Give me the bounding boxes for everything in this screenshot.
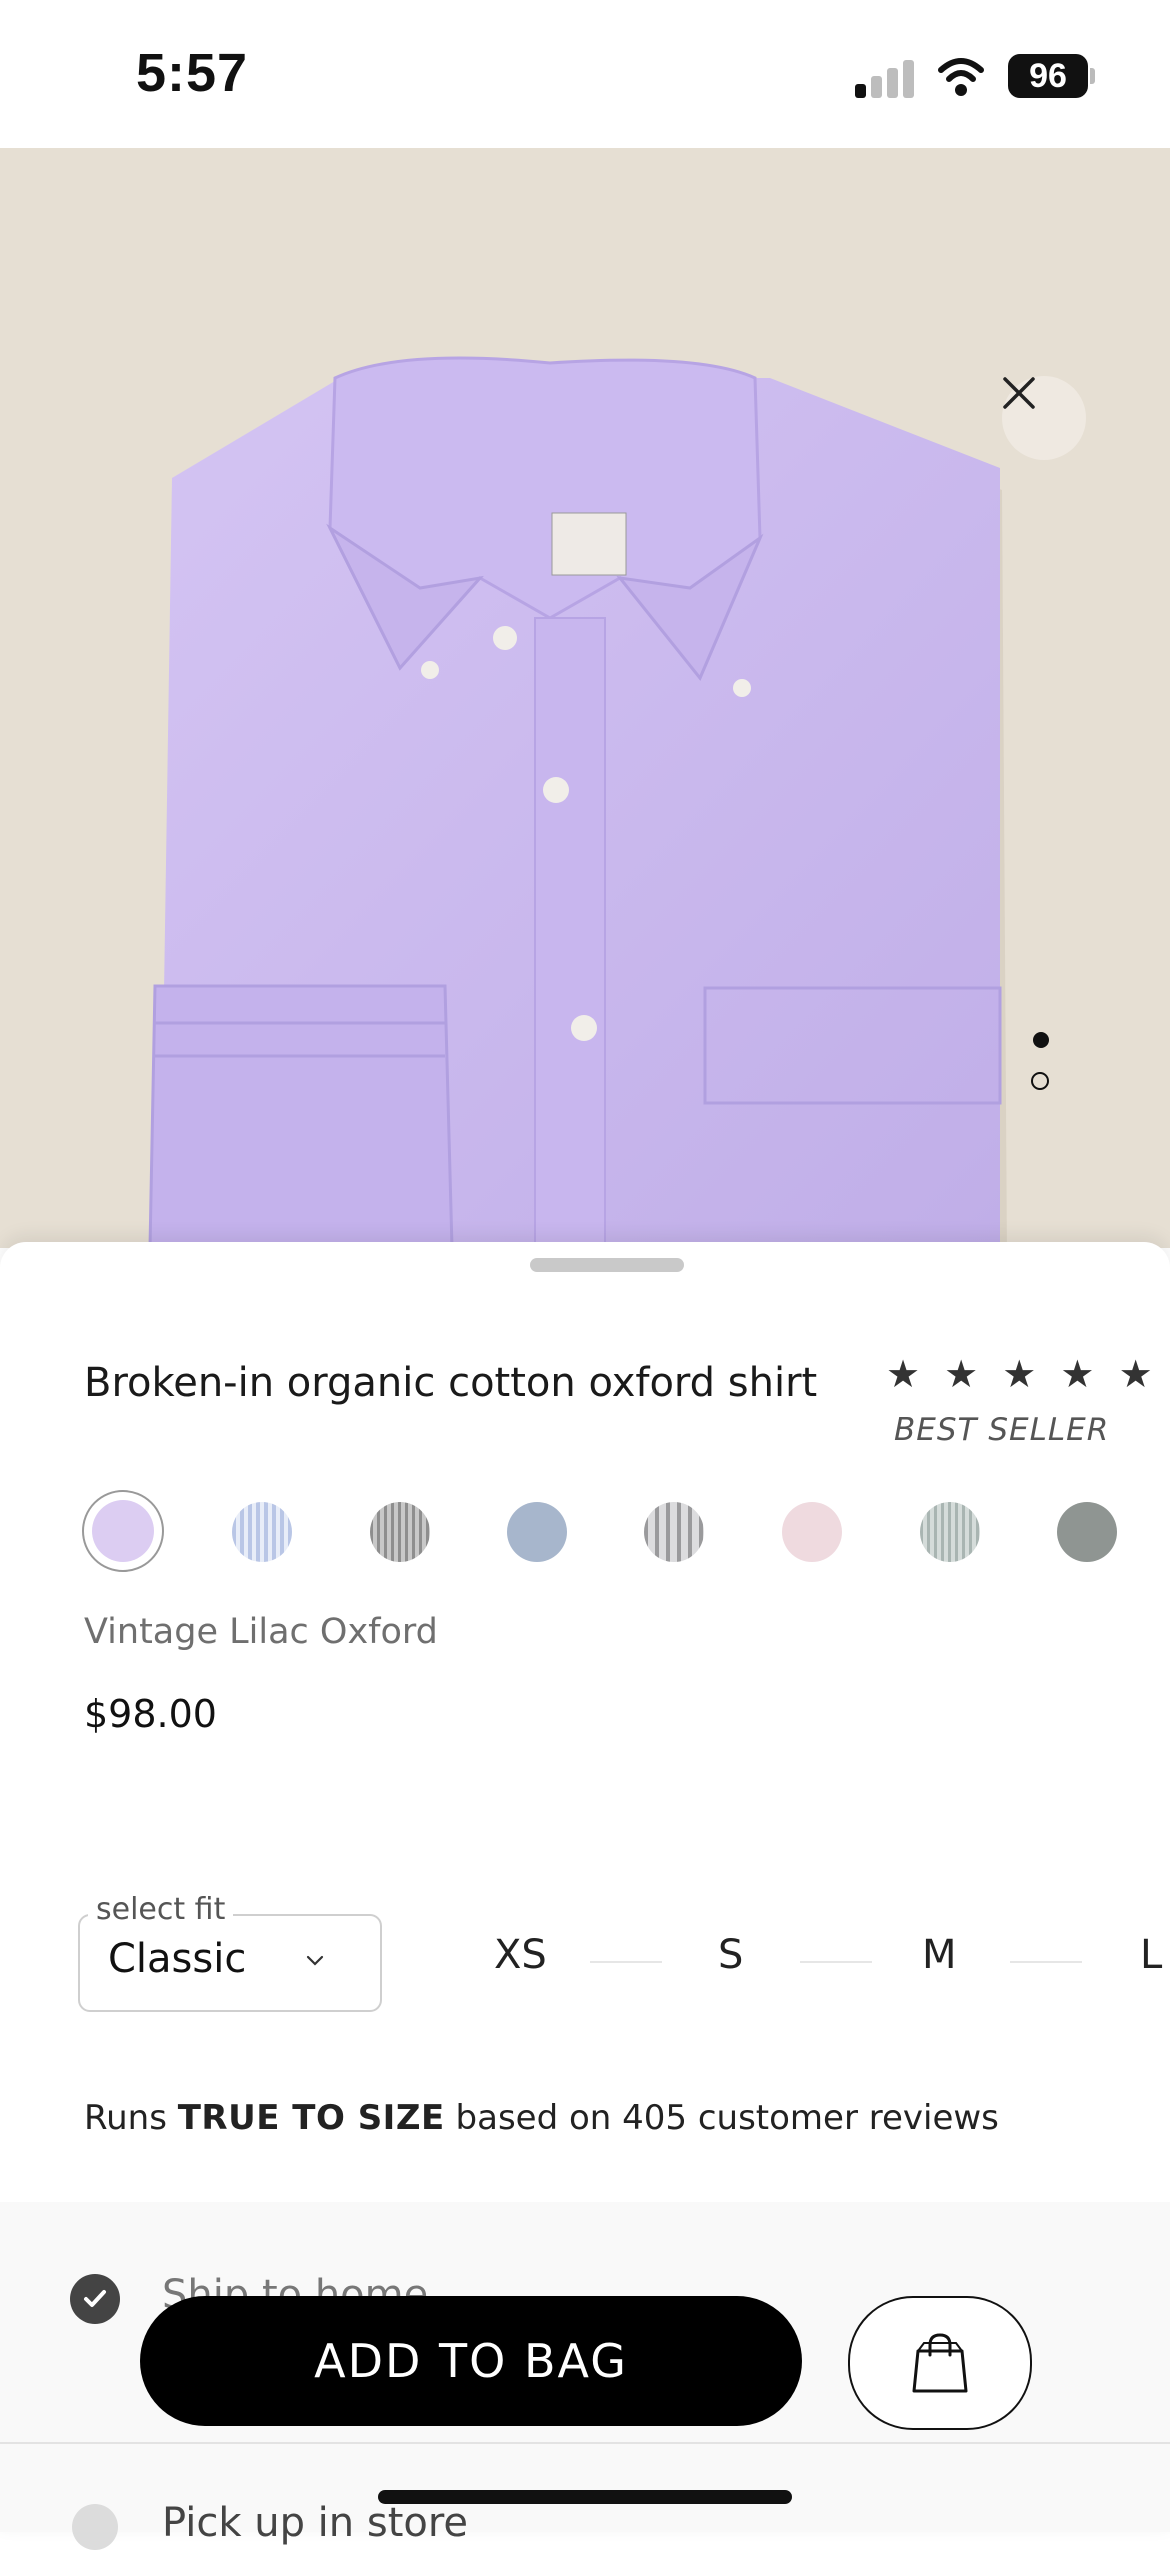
size-m[interactable]: M <box>922 1932 957 1978</box>
size-s[interactable]: S <box>718 1932 743 1978</box>
color-swatches <box>82 1490 1170 1580</box>
fit-note-emphasis: TRUE TO SIZE <box>177 2098 445 2138</box>
size-xs[interactable]: XS <box>494 1932 547 1978</box>
fit-note-suffix: based on 405 customer reviews <box>444 2098 999 2138</box>
fit-note-prefix: Runs <box>84 2098 178 2138</box>
close-button[interactable] <box>1002 376 1086 460</box>
swatch-green-stripe[interactable] <box>920 1502 980 1562</box>
swatch-grey-stripe[interactable] <box>370 1502 430 1562</box>
swatch-lilac[interactable] <box>82 1490 164 1572</box>
fit-select-label: select fit <box>88 1892 234 1927</box>
pick-up-in-store-label[interactable]: Pick up in store <box>162 2500 468 2546</box>
home-indicator[interactable] <box>378 2490 792 2504</box>
size-divider <box>1010 1961 1082 1963</box>
swatch-chambray[interactable] <box>507 1502 567 1562</box>
page-dot[interactable] <box>1031 1072 1049 1090</box>
close-icon <box>1003 377 1035 409</box>
fit-note: Runs TRUE TO SIZE based on 405 customer … <box>84 2098 999 2138</box>
product-image[interactable] <box>0 148 1170 1248</box>
battery-tip <box>1090 68 1095 84</box>
status-time: 5:57 <box>136 43 249 103</box>
swatch-heather-grey[interactable] <box>1057 1502 1117 1562</box>
selected-color-name: Vintage Lilac Oxford <box>84 1612 438 1652</box>
page-dot-active[interactable] <box>1033 1032 1049 1048</box>
size-l[interactable]: L <box>1140 1932 1162 1978</box>
cellular-signal-icon <box>855 58 915 98</box>
checkmark-icon <box>84 2290 106 2307</box>
battery-indicator: 96 <box>1008 54 1088 98</box>
best-seller-badge: BEST SELLER <box>894 1412 1110 1448</box>
sheet-grabber[interactable] <box>530 1258 684 1272</box>
size-divider <box>800 1961 872 1963</box>
add-to-bag-button[interactable]: ADD TO BAG <box>140 2296 802 2426</box>
shopping-bag-icon <box>912 2333 968 2393</box>
size-divider <box>590 1961 662 1963</box>
chevron-down-icon <box>306 1955 324 1966</box>
swatch-pink[interactable] <box>782 1502 842 1562</box>
fit-select-value: Classic <box>108 1936 247 1982</box>
rating-stars[interactable]: ★ ★ ★ ★ ★ <box>886 1352 1159 1396</box>
delivery-divider <box>0 2442 1170 2444</box>
ship-to-home-radio[interactable] <box>70 2274 120 2324</box>
shirt-illustration <box>0 148 1170 1248</box>
swatch-grey-white-stripe[interactable] <box>644 1502 704 1562</box>
product-details-sheet: Broken-in organic cotton oxford shirt ★ … <box>0 1242 1170 2550</box>
swatch-blue-stripe[interactable] <box>232 1502 292 1562</box>
product-title: Broken-in organic cotton oxford shirt <box>84 1360 818 1406</box>
status-bar: 5:57 96 <box>0 0 1170 148</box>
product-price: $98.00 <box>84 1692 217 1736</box>
pick-up-in-store-radio[interactable] <box>72 2504 118 2550</box>
wifi-icon <box>938 58 984 96</box>
bag-button[interactable] <box>848 2296 1032 2430</box>
